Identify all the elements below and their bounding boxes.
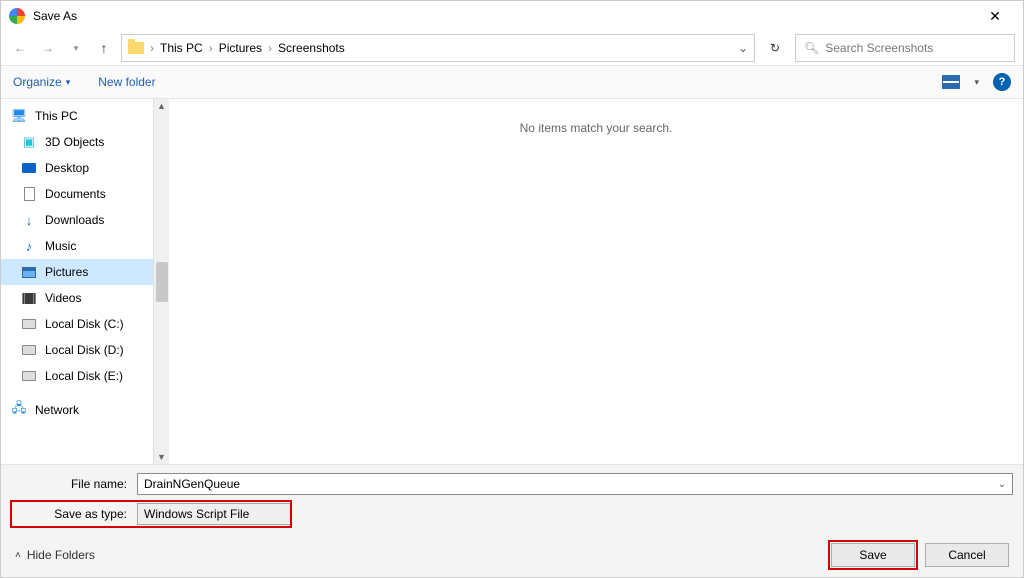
tree-item-3d-objects[interactable]: ▣ 3D Objects: [1, 129, 153, 155]
chevron-down-icon[interactable]: ▾: [974, 77, 979, 88]
footer: ˄ Hide Folders Save Cancel: [1, 533, 1023, 577]
disk-icon: [22, 345, 36, 355]
refresh-button[interactable]: ↻: [761, 34, 789, 62]
file-list: No items match your search.: [169, 99, 1023, 464]
music-icon: ♪: [21, 238, 37, 254]
chevron-down-icon[interactable]: ⌄: [998, 479, 1006, 490]
chrome-icon: [9, 8, 25, 24]
help-button[interactable]: ?: [993, 73, 1011, 91]
cube-icon: ▣: [21, 134, 37, 150]
tree-item-music[interactable]: ♪ Music: [1, 233, 153, 259]
title-bar: Save As ✕: [1, 1, 1023, 31]
scroll-down-icon[interactable]: ▼: [157, 452, 166, 462]
tree-item-disk-d[interactable]: Local Disk (D:): [1, 337, 153, 363]
filename-label: File name:: [11, 477, 131, 491]
up-button[interactable]: ↑: [93, 37, 115, 59]
empty-message: No items match your search.: [520, 121, 673, 464]
disk-icon: [22, 371, 36, 381]
window-title: Save As: [33, 9, 77, 23]
navigation-tree: 🖥 This PC ▣ 3D Objects Desktop Documents…: [1, 99, 153, 464]
search-placeholder: Search Screenshots: [825, 41, 933, 55]
videos-icon: [22, 293, 36, 304]
tree-item-disk-c[interactable]: Local Disk (C:): [1, 311, 153, 337]
network-icon: 🖧: [11, 402, 27, 418]
chevron-up-icon: ˄: [15, 550, 21, 561]
savetype-label: Save as type:: [11, 507, 131, 521]
breadcrumb-leaf[interactable]: Screenshots: [278, 41, 345, 55]
download-icon: ↓: [21, 212, 37, 228]
chevron-right-icon: ›: [150, 41, 154, 55]
address-bar[interactable]: › This PC › Pictures › Screenshots ⌄: [121, 34, 755, 62]
hide-folders-toggle[interactable]: ˄ Hide Folders: [15, 548, 95, 562]
toolbar: Organize ▾ New folder ▾ ?: [1, 65, 1023, 99]
input-section: File name: DrainNGenQueue ⌄ Save as type…: [1, 464, 1023, 533]
back-button[interactable]: ←: [9, 37, 31, 59]
address-dropdown[interactable]: ⌄: [738, 41, 748, 55]
pictures-icon: [22, 267, 36, 278]
close-button[interactable]: ✕: [975, 1, 1015, 31]
breadcrumb-root[interactable]: This PC: [160, 41, 203, 55]
search-input[interactable]: 🔍︎ Search Screenshots: [795, 34, 1015, 62]
dialog-body: 🖥 This PC ▣ 3D Objects Desktop Documents…: [1, 99, 1023, 464]
desktop-icon: [22, 163, 36, 173]
new-folder-button[interactable]: New folder: [98, 75, 155, 89]
tree-item-pictures[interactable]: Pictures: [1, 259, 153, 285]
navigation-row: ← → ▾ ↑ › This PC › Pictures › Screensho…: [1, 31, 1023, 65]
pc-icon: 🖥: [11, 108, 27, 124]
save-button[interactable]: Save: [831, 543, 915, 567]
tree-item-videos[interactable]: Videos: [1, 285, 153, 311]
filename-input[interactable]: DrainNGenQueue ⌄: [137, 473, 1013, 495]
recent-dropdown[interactable]: ▾: [65, 37, 87, 59]
chevron-down-icon[interactable]: ⌄: [998, 509, 1006, 520]
cancel-button[interactable]: Cancel: [925, 543, 1009, 567]
tree-item-network[interactable]: 🖧 Network: [1, 397, 153, 423]
tree-item-disk-e[interactable]: Local Disk (E:): [1, 363, 153, 389]
organize-button[interactable]: Organize ▾: [13, 75, 70, 89]
scroll-up-icon[interactable]: ▲: [157, 101, 166, 111]
chevron-right-icon: ›: [268, 41, 272, 55]
tree-item-downloads[interactable]: ↓ Downloads: [1, 207, 153, 233]
forward-button[interactable]: →: [37, 37, 59, 59]
breadcrumb-mid[interactable]: Pictures: [219, 41, 262, 55]
tree-item-desktop[interactable]: Desktop: [1, 155, 153, 181]
chevron-down-icon: ▾: [66, 77, 71, 88]
save-as-dialog: Save As ✕ ← → ▾ ↑ › This PC › Pictures ›…: [0, 0, 1024, 578]
scroll-thumb[interactable]: [156, 262, 168, 302]
tree-item-documents[interactable]: Documents: [1, 181, 153, 207]
view-options-button[interactable]: [942, 75, 960, 89]
tree-item-this-pc[interactable]: 🖥 This PC: [1, 103, 153, 129]
folder-icon: [128, 42, 144, 54]
savetype-combo-visible[interactable]: Windows Script File: [137, 503, 291, 525]
chevron-right-icon: ›: [209, 41, 213, 55]
search-icon: 🔍︎: [804, 41, 819, 55]
tree-scrollbar[interactable]: ▲ ▼: [153, 99, 169, 464]
document-icon: [24, 187, 35, 201]
disk-icon: [22, 319, 36, 329]
